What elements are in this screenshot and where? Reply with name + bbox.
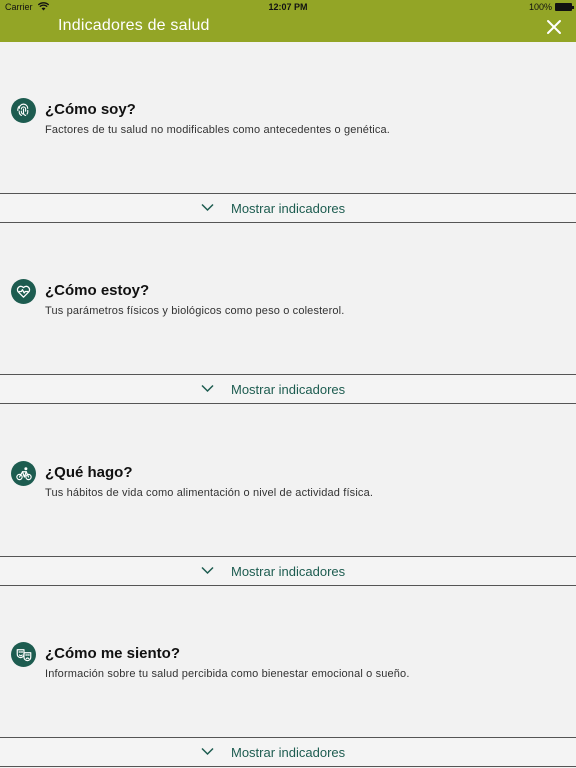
- section-description: Factores de tu salud no modificables com…: [45, 124, 390, 136]
- show-indicators-toggle[interactable]: Mostrar indicadores: [0, 374, 576, 404]
- battery-icon: [555, 3, 574, 11]
- heart-pulse-icon: [11, 279, 36, 304]
- show-indicators-toggle[interactable]: Mostrar indicadores: [0, 737, 576, 767]
- status-bar: Carrier 12:07 PM 100%: [0, 0, 576, 14]
- bicycle-icon: [11, 461, 36, 486]
- section-que-hago: ¿Qué hago? Tus hábitos de vida como alim…: [0, 405, 576, 586]
- section-description: Información sobre tu salud percibida com…: [45, 668, 410, 680]
- chevron-down-icon: [201, 747, 214, 756]
- toggle-label: Mostrar indicadores: [231, 564, 346, 579]
- section-como-estoy: ¿Cómo estoy? Tus parámetros físicos y bi…: [0, 223, 576, 405]
- close-icon: [547, 20, 561, 34]
- chevron-down-icon: [201, 384, 214, 393]
- navigation-bar: Indicadores de salud: [0, 14, 576, 42]
- toggle-label: Mostrar indicadores: [231, 382, 346, 397]
- chevron-down-icon: [201, 566, 214, 575]
- show-indicators-toggle[interactable]: Mostrar indicadores: [0, 193, 576, 223]
- section-title: ¿Cómo estoy?: [45, 282, 150, 299]
- close-button[interactable]: [544, 17, 564, 37]
- chevron-down-icon: [201, 203, 214, 212]
- fingerprint-icon: [11, 98, 36, 123]
- battery-percentage: 100%: [528, 2, 552, 12]
- theater-masks-icon: [11, 642, 36, 667]
- toggle-label: Mostrar indicadores: [231, 201, 346, 216]
- section-title: ¿Cómo soy?: [45, 101, 136, 118]
- section-description: Tus parámetros físicos y biológicos como…: [45, 305, 345, 317]
- page-title: Indicadores de salud: [58, 17, 210, 34]
- section-title: ¿Qué hago?: [45, 464, 133, 481]
- section-como-soy: ¿Cómo soy? Factores de tu salud no modif…: [0, 42, 576, 223]
- section-description: Tus hábitos de vida como alimentación o …: [45, 487, 374, 499]
- show-indicators-toggle[interactable]: Mostrar indicadores: [0, 556, 576, 586]
- toggle-label: Mostrar indicadores: [231, 745, 346, 760]
- clock: 12:07 PM: [268, 2, 308, 12]
- section-title: ¿Cómo me siento?: [45, 645, 181, 662]
- section-como-me-siento: ¿Cómo me siento? Información sobre tu sa…: [0, 586, 576, 768]
